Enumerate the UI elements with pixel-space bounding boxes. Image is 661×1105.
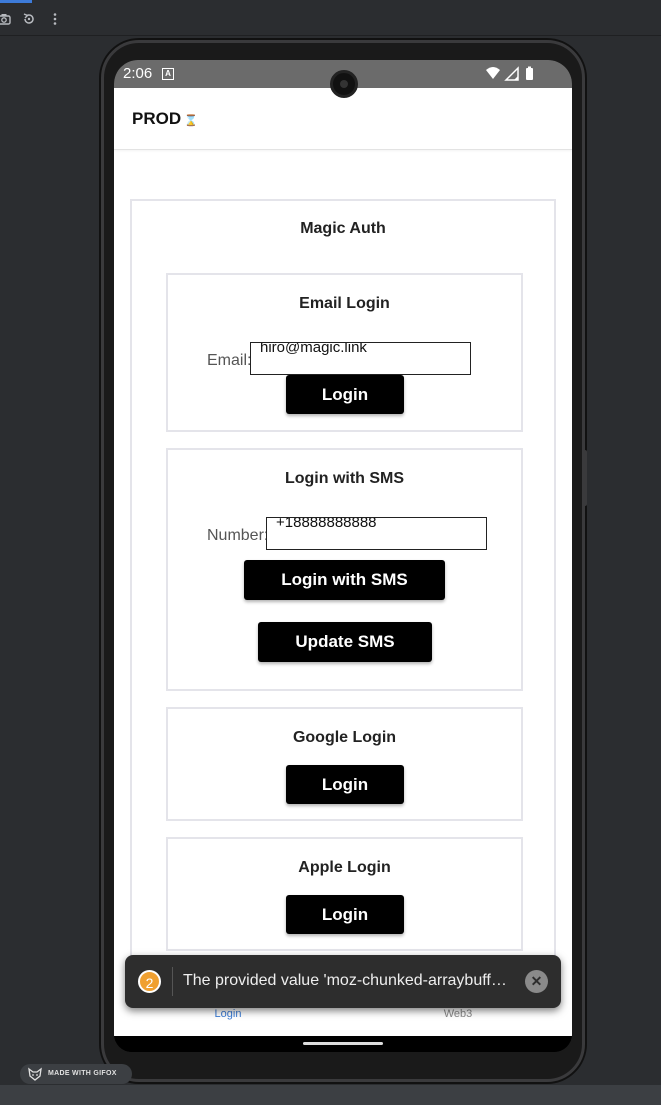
home-handle[interactable] — [303, 1042, 383, 1045]
google-login-card: Google Login Login — [166, 707, 523, 821]
close-icon[interactable]: ✕ — [525, 970, 548, 993]
rotate-icon[interactable] — [22, 12, 36, 26]
update-sms-button[interactable]: Update SMS — [258, 622, 432, 662]
notification-icon: A — [162, 68, 174, 80]
toast-count-badge: 2 — [138, 970, 161, 993]
sms-login-card: Login with SMS Number: +18888888888 Logi… — [166, 448, 523, 691]
camera-icon[interactable] — [0, 12, 11, 26]
app-title-text: PROD — [132, 109, 182, 128]
emulator-bottom-bar — [0, 1085, 661, 1105]
email-login-card: Email Login Email: hiro@magic.link Login — [166, 273, 523, 432]
google-login-button[interactable]: Login — [286, 765, 404, 804]
apple-login-button[interactable]: Login — [286, 895, 404, 934]
email-field[interactable]: hiro@magic.link — [250, 342, 471, 375]
power-button[interactable] — [583, 450, 587, 506]
error-toast[interactable]: 2 The provided value 'moz-chunked-arrayb… — [125, 955, 561, 1008]
main-content[interactable]: Magic Auth Email Login Email: hiro@magic… — [114, 150, 572, 1036]
magic-auth-card: Magic Auth Email Login Email: hiro@magic… — [130, 199, 556, 1036]
page-title: PROD ⌛ — [132, 109, 198, 129]
email-login-title: Email Login — [299, 295, 390, 312]
fox-logo-icon — [28, 1067, 42, 1081]
toast-divider — [172, 967, 173, 996]
phone-number-field[interactable]: +18888888888 — [266, 517, 487, 550]
tab-login-label: Login — [214, 1008, 242, 1020]
hourglass-icon: ⌛ — [184, 115, 198, 127]
emulator-toolbar — [0, 0, 661, 36]
battery-icon — [526, 68, 533, 80]
status-time: 2:06 — [123, 65, 153, 82]
login-with-sms-button[interactable]: Login with SMS — [244, 560, 445, 600]
watermark-text: MADE WITH GIFOX — [48, 1070, 117, 1077]
device-screen: 2:06 A PROD ⌛ Magic Auth Email Login Ema… — [114, 60, 572, 1052]
email-login-button[interactable]: Login — [286, 375, 404, 414]
app-area: PROD ⌛ Magic Auth Email Login Email: hiro… — [114, 88, 572, 1036]
front-camera — [330, 70, 358, 98]
magic-auth-title: Magic Auth — [300, 220, 386, 237]
gifox-watermark: MADE WITH GIFOX — [20, 1064, 132, 1084]
toolbar-accent-line — [0, 0, 32, 3]
sms-login-title: Login with SMS — [284, 470, 405, 487]
status-icons — [484, 66, 544, 82]
email-label: Email: — [207, 352, 252, 369]
apple-login-title: Apple Login — [298, 859, 391, 876]
number-label: Number: — [207, 527, 269, 544]
more-vertical-icon[interactable] — [48, 12, 62, 26]
google-login-title: Google Login — [292, 729, 397, 746]
tab-web3-label: Web3 — [443, 1008, 473, 1020]
system-nav-bar — [114, 1036, 572, 1052]
toast-message: The provided value 'moz-chunked-arraybuf… — [183, 972, 513, 989]
apple-login-card: Apple Login Login — [166, 837, 523, 951]
wifi-icon — [486, 67, 500, 79]
